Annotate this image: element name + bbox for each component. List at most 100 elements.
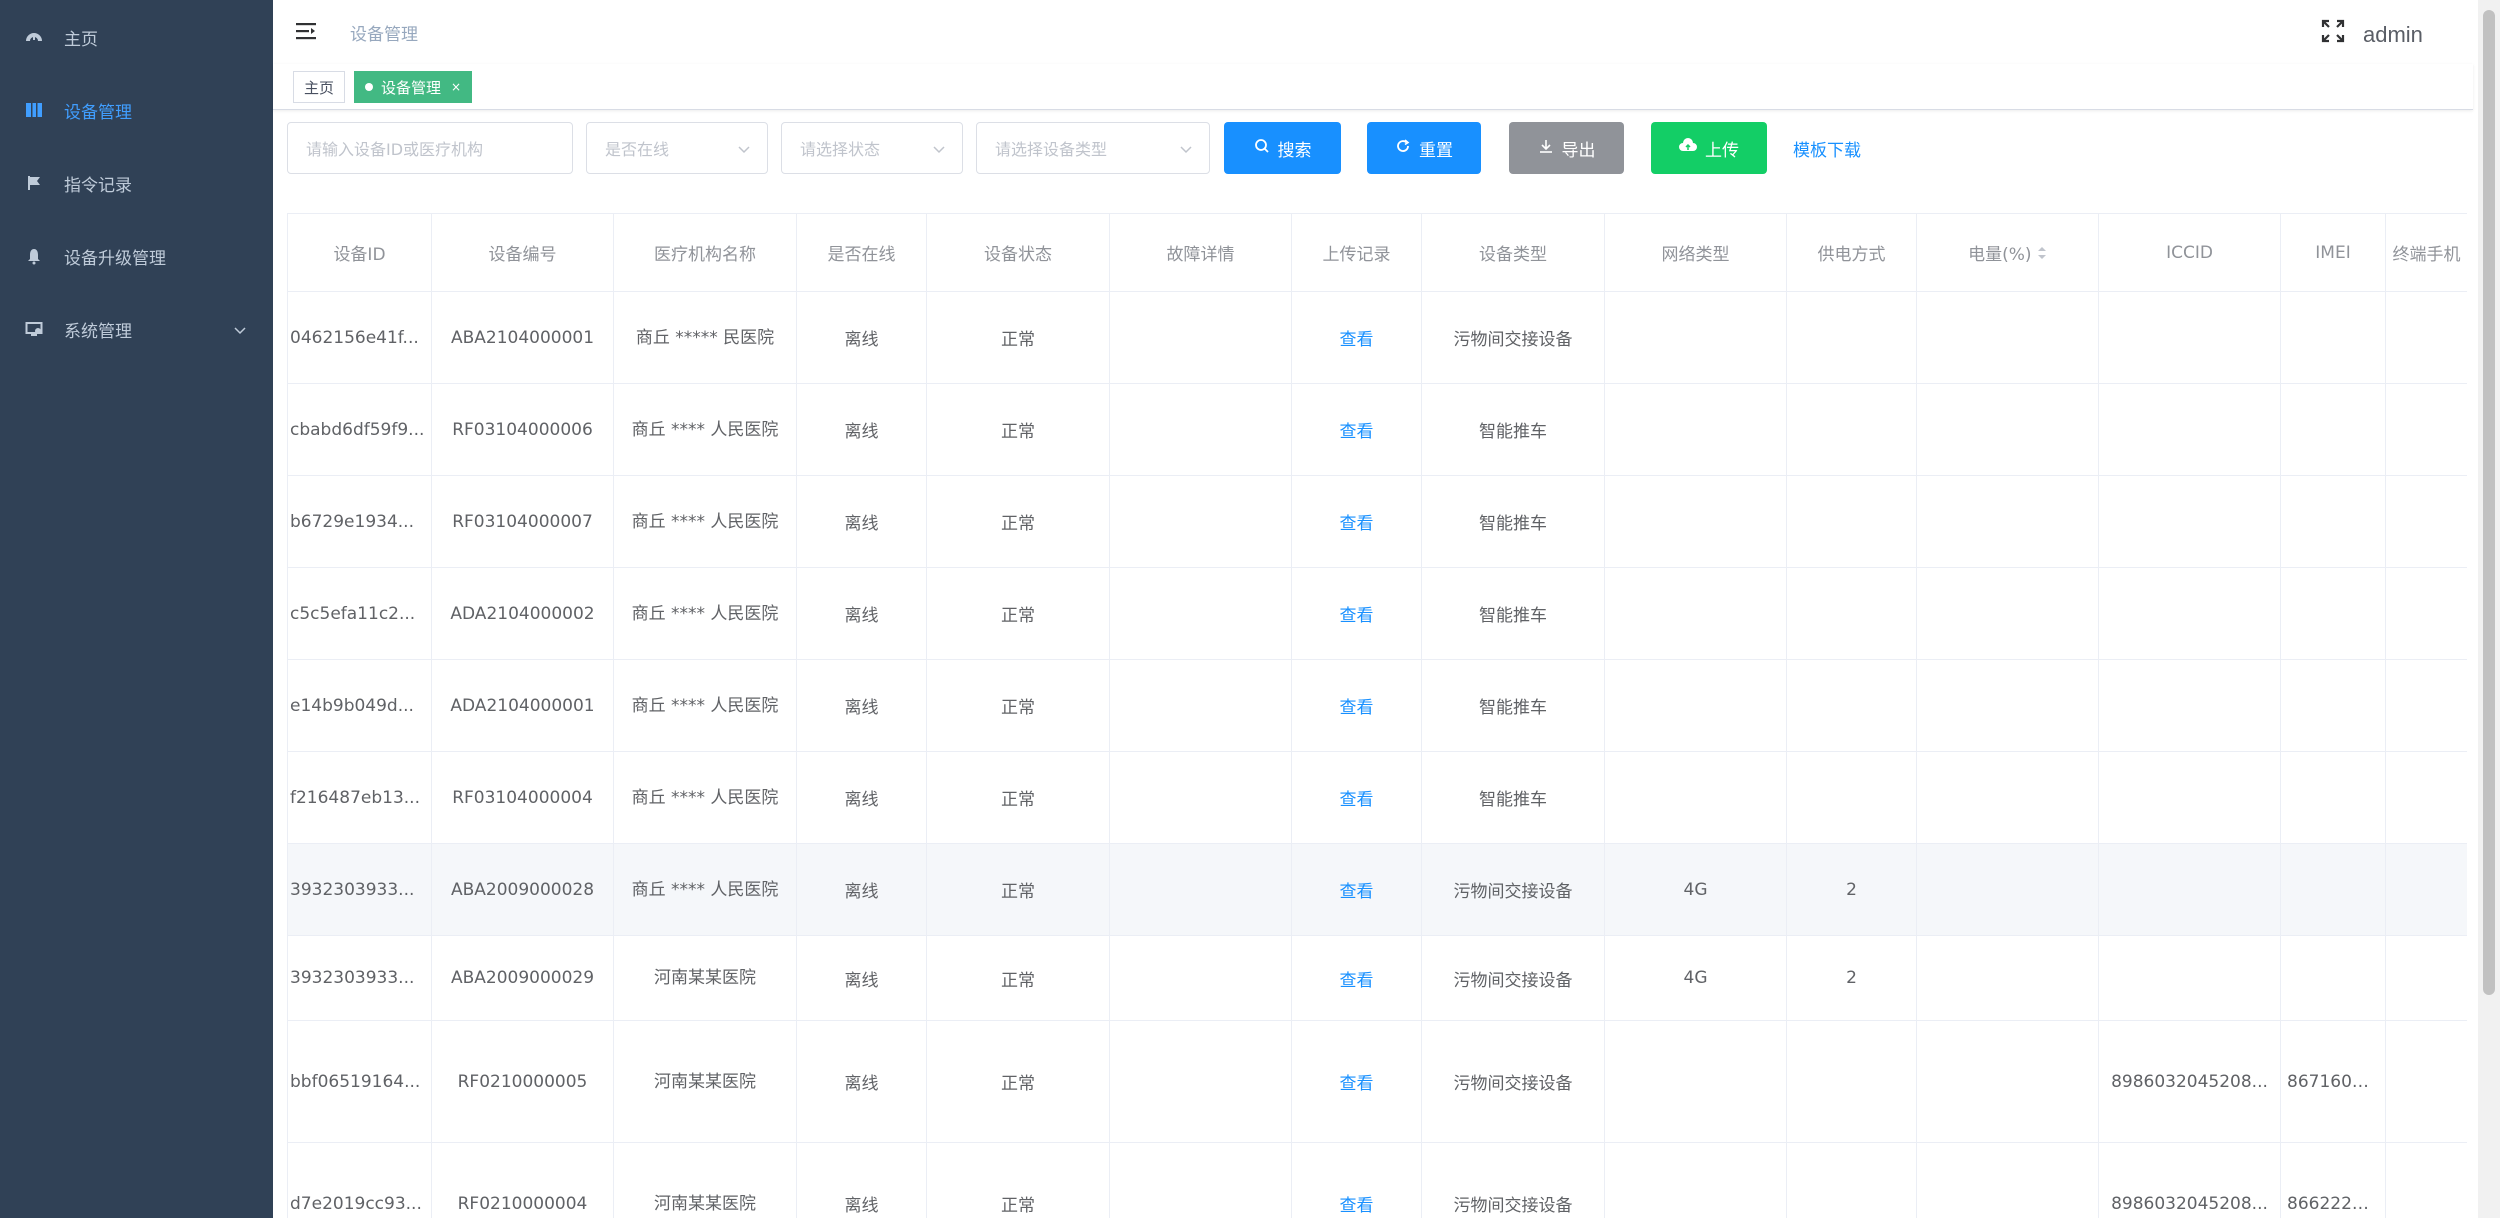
status-select[interactable]: 请选择状态 (781, 122, 963, 174)
cell-power: 2 (1786, 935, 1917, 1021)
template-download-link[interactable]: 模板下载 (1793, 136, 1861, 161)
table-row[interactable]: 0462156e41f... ABA2104000001 商丘 ***** 民医院离… (287, 291, 2467, 384)
view-record-link[interactable]: 查看 (1340, 971, 1374, 991)
cell-org: 商丘 **** 人民医院 (613, 475, 797, 568)
active-dot-icon (365, 83, 373, 91)
close-icon[interactable]: × (451, 80, 461, 94)
view-record-link[interactable]: 查看 (1340, 698, 1374, 718)
online-select[interactable]: 是否在线 (586, 122, 768, 174)
cell-iccid (2098, 567, 2281, 660)
table-row[interactable]: cbabd6df59f9... RF03104000006 商丘 **** 人民医院… (287, 383, 2467, 476)
table-row[interactable]: bbf06519164... RF0210000005 河南某某医院 离线 正常 查看 污物… (287, 1020, 2467, 1143)
sidebar-item-device-management[interactable]: 设备管理 (0, 82, 273, 138)
chevron-down-icon (233, 322, 247, 336)
upload-button-label: 上传 (1705, 140, 1739, 161)
cell-battery (1916, 475, 2099, 568)
cell-imei (2280, 659, 2386, 752)
cell-code: RF0210000004 (431, 1142, 614, 1218)
cell-phone (2385, 475, 2467, 568)
cell-battery (1916, 843, 2099, 936)
flag-icon (24, 173, 44, 193)
cell-record[interactable]: 查看 (1291, 383, 1422, 476)
cell-record[interactable]: 查看 (1291, 843, 1422, 936)
view-record-link[interactable]: 查看 (1340, 514, 1374, 534)
cell-id: 3932303933... (287, 935, 432, 1021)
cell-iccid: 8986032045208... (2098, 1020, 2281, 1143)
column-header-org: 医疗机构名称 (613, 213, 797, 292)
cell-imei: 867160049930849 (2280, 1020, 2386, 1143)
search-button-label: 搜索 (1277, 140, 1312, 161)
view-record-link[interactable]: 查看 (1340, 422, 1374, 442)
upload-button[interactable]: 上传 (1651, 122, 1767, 174)
vertical-scrollbar[interactable] (2478, 0, 2500, 1218)
device-search-placeholder: 请输入设备ID或医疗机构 (306, 140, 484, 159)
cell-code: ADA2104000001 (431, 659, 614, 752)
export-button[interactable]: 导出 (1509, 122, 1624, 174)
cell-power (1786, 1020, 1917, 1143)
cell-record[interactable]: 查看 (1291, 1020, 1422, 1143)
battery-header-label: 电量(%) (1968, 245, 2032, 265)
cell-battery (1916, 1142, 2099, 1218)
column-header-status: 设备状态 (926, 213, 1110, 292)
view-record-link[interactable]: 查看 (1340, 330, 1374, 350)
cell-record[interactable]: 查看 (1291, 935, 1422, 1021)
view-record-link[interactable]: 查看 (1340, 1196, 1374, 1216)
cell-record[interactable]: 查看 (1291, 291, 1422, 384)
cell-imei (2280, 935, 2386, 1021)
cell-status: 正常 (926, 567, 1110, 660)
cell-battery (1916, 935, 2099, 1021)
cell-phone (2385, 1020, 2467, 1143)
reset-button-label: 重置 (1419, 140, 1453, 161)
tag-device-management[interactable]: 设备管理 × (354, 71, 473, 103)
cell-fault (1109, 751, 1292, 844)
cell-record[interactable]: 查看 (1291, 659, 1422, 752)
cell-id: d7e2019cc93... (287, 1142, 432, 1218)
hamburger-icon[interactable] (295, 20, 317, 42)
table-header-row: 设备ID 设备编号 医疗机构名称 是否在线 设备状态 故障详情 上传记录 设备类… (287, 213, 2467, 292)
bell-icon (24, 246, 44, 266)
sidebar-item-device-upgrade[interactable]: 设备升级管理 (0, 228, 273, 284)
cell-code: ABA2104000001 (431, 291, 614, 384)
username[interactable]: admin (2363, 22, 2423, 48)
cell-imei (2280, 475, 2386, 568)
table-row[interactable]: b6729e1934... RF03104000007 商丘 **** 人民医院 离线… (287, 475, 2467, 568)
system-icon (24, 319, 44, 339)
tag-home[interactable]: 主页 (293, 71, 346, 103)
table-row[interactable]: 3932303933... ABA2009000028 商丘 **** 人民医院 离线… (287, 843, 2467, 936)
cell-org: 商丘 **** 人民医院 (613, 843, 797, 936)
reset-button[interactable]: 重置 (1367, 122, 1481, 174)
cell-record[interactable]: 查看 (1291, 751, 1422, 844)
cell-online: 离线 (796, 1020, 927, 1143)
dashboard-icon (24, 27, 44, 47)
table-row[interactable]: c5c5efa11c2... ADA2104000002 商丘 **** 人民医院离… (287, 567, 2467, 660)
cell-type: 污物间交接设备 (1421, 935, 1605, 1021)
table-row[interactable]: f216487eb13... RF03104000004 商丘 **** 人民医院离… (287, 751, 2467, 844)
table-row[interactable]: e14b9b049d... ADA2104000001 商丘 **** 人民医院 离线… (287, 659, 2467, 752)
search-button[interactable]: 搜索 (1224, 122, 1341, 174)
view-record-link[interactable]: 查看 (1340, 606, 1374, 626)
refresh-icon (1395, 138, 1411, 159)
cell-fault (1109, 567, 1292, 660)
cell-status: 正常 (926, 1020, 1110, 1143)
table-row[interactable]: d7e2019cc93... RF0210000004 河南某某医院 离线 正常 查看 污物… (287, 1142, 2467, 1218)
cell-record[interactable]: 查看 (1291, 475, 1422, 568)
scrollbar-thumb[interactable] (2483, 10, 2495, 995)
table-row[interactable]: 3932303933... ABA2009000029 河南某某医院 离线 正常 查看 污物… (287, 935, 2467, 1021)
cell-network (1604, 383, 1787, 476)
column-header-battery[interactable]: 电量(%) (1916, 213, 2099, 292)
sort-icon[interactable] (2037, 245, 2047, 265)
view-record-link[interactable]: 查看 (1340, 790, 1374, 810)
sidebar-item-system-management[interactable]: 系统管理 (0, 301, 273, 357)
device-type-select[interactable]: 请选择设备类型 (976, 122, 1210, 174)
cell-id: 0462156e41f... (287, 291, 432, 384)
cell-record[interactable]: 查看 (1291, 1142, 1422, 1218)
cell-record[interactable]: 查看 (1291, 567, 1422, 660)
view-record-link[interactable]: 查看 (1340, 882, 1374, 902)
sidebar-item-home[interactable]: 主页 (0, 9, 273, 65)
cell-org: 商丘 **** 人民医院 (613, 751, 797, 844)
view-record-link[interactable]: 查看 (1340, 1074, 1374, 1094)
fullscreen-icon[interactable] (2321, 19, 2345, 43)
device-search-input[interactable]: 请输入设备ID或医疗机构 (287, 122, 573, 174)
cell-fault (1109, 1020, 1292, 1143)
sidebar-item-command-log[interactable]: 指令记录 (0, 155, 273, 211)
